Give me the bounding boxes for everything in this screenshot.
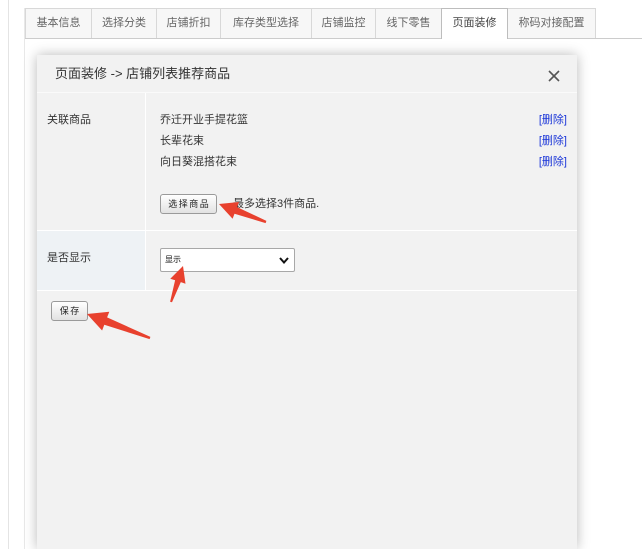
select-limit-hint: 最多选择3件商品. bbox=[233, 198, 320, 210]
goods-name: 长辈花束 bbox=[160, 135, 204, 147]
display-select-value: 显示 bbox=[165, 255, 181, 264]
display-content: 显示 bbox=[146, 231, 577, 290]
tab-scale-code-config[interactable]: 称码对接配置 bbox=[508, 8, 596, 38]
goods-name: 乔迁开业手提花篮 bbox=[160, 114, 248, 126]
close-icon-glyph bbox=[548, 70, 560, 82]
delete-link[interactable]: [删除] bbox=[539, 131, 567, 152]
delete-link[interactable]: [删除] bbox=[539, 152, 567, 173]
chevron-down-icon bbox=[279, 257, 289, 264]
tab-offline-retail[interactable]: 线下零售 bbox=[376, 8, 442, 38]
display-select[interactable]: 显示 bbox=[160, 248, 295, 272]
page-edge-line bbox=[8, 0, 9, 549]
delete-link[interactable]: [删除] bbox=[539, 110, 567, 131]
tab-store-discount[interactable]: 店铺折扣 bbox=[157, 8, 221, 38]
tab-list: 基本信息 选择分类 店铺折扣 库存类型选择 店铺监控 线下零售 页面装修 称码对… bbox=[25, 8, 642, 39]
close-icon[interactable] bbox=[548, 69, 560, 82]
modal-header: 页面装修 -> 店铺列表推荐商品 bbox=[37, 55, 577, 93]
related-goods-list: 乔迁开业手提花篮 [删除] 长辈花束 [删除] 向日葵混搭花束 [删除] bbox=[160, 110, 567, 173]
select-goods-line: 选择商品 最多选择3件商品. bbox=[160, 194, 567, 214]
content-edge-line bbox=[24, 8, 25, 549]
form-row-related-goods: 关联商品 乔迁开业手提花篮 [删除] 长辈花束 [删除] 向日葵混搭花束 [删除… bbox=[37, 93, 577, 231]
modal-dialog: 页面装修 -> 店铺列表推荐商品 关联商品 乔迁开业手提花篮 [删除] 长辈花束… bbox=[37, 55, 577, 549]
form-row-display: 是否显示 显示 bbox=[37, 231, 577, 291]
display-label: 是否显示 bbox=[37, 231, 146, 290]
list-item: 长辈花束 [删除] bbox=[160, 131, 567, 152]
save-button[interactable]: 保存 bbox=[51, 301, 88, 321]
related-goods-content: 乔迁开业手提花篮 [删除] 长辈花束 [删除] 向日葵混搭花束 [删除] 选择商… bbox=[146, 93, 577, 230]
tab-basic-info[interactable]: 基本信息 bbox=[25, 8, 92, 38]
tab-bar: 基本信息 选择分类 店铺折扣 库存类型选择 店铺监控 线下零售 页面装修 称码对… bbox=[25, 8, 642, 39]
select-goods-button[interactable]: 选择商品 bbox=[160, 194, 217, 214]
tab-inventory-type[interactable]: 库存类型选择 bbox=[221, 8, 312, 38]
save-area: 保存 bbox=[37, 291, 577, 321]
list-item: 乔迁开业手提花篮 [删除] bbox=[160, 110, 567, 131]
tab-select-category[interactable]: 选择分类 bbox=[92, 8, 157, 38]
goods-name: 向日葵混搭花束 bbox=[160, 156, 237, 168]
tab-store-monitor[interactable]: 店铺监控 bbox=[312, 8, 376, 38]
related-goods-label: 关联商品 bbox=[37, 93, 146, 230]
tab-page-decoration[interactable]: 页面装修 bbox=[442, 8, 508, 39]
modal-title: 页面装修 -> 店铺列表推荐商品 bbox=[55, 66, 231, 81]
list-item: 向日葵混搭花束 [删除] bbox=[160, 152, 567, 173]
